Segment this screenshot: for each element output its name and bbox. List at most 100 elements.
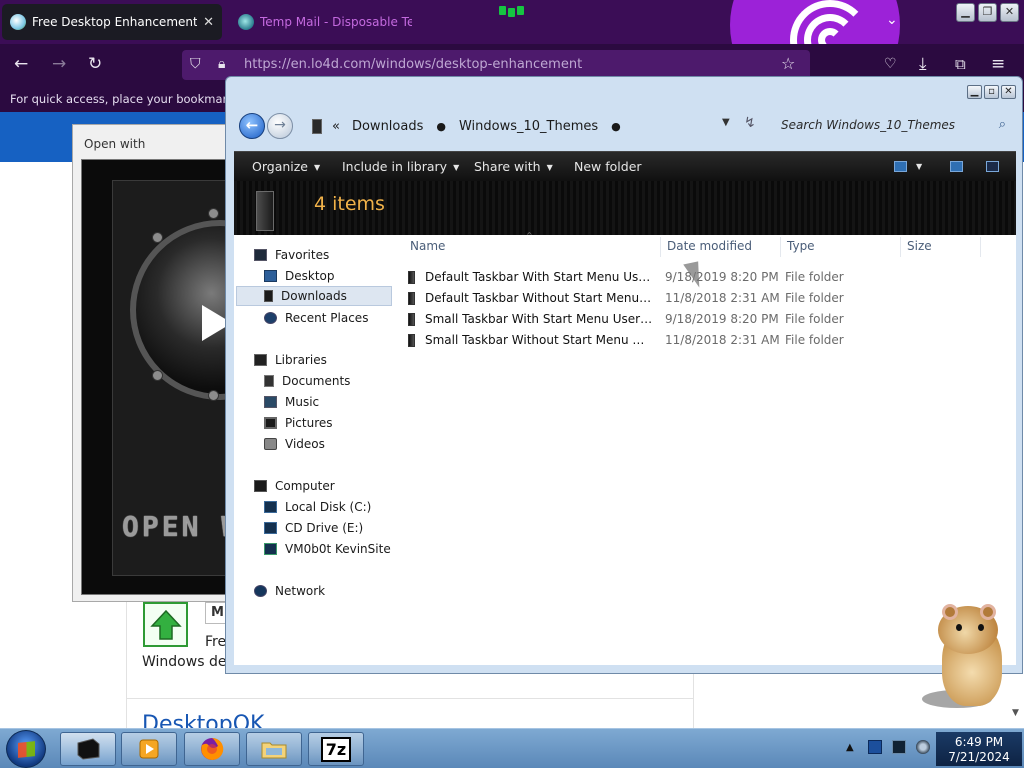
nav-label: CD Drive (E:) <box>285 521 364 535</box>
minimize-button[interactable]: ▁ <box>956 3 975 22</box>
mascot-ear <box>942 604 958 620</box>
upload-arrow-icon[interactable] <box>143 602 188 647</box>
security-shield-icon[interactable] <box>868 740 882 754</box>
m-label[interactable]: M <box>205 602 227 624</box>
column-divider[interactable] <box>660 237 661 257</box>
reload-icon[interactable]: ↻ <box>88 55 102 73</box>
maximize-button[interactable]: ❐ <box>978 3 997 22</box>
taskbar-folder-button[interactable] <box>246 732 302 766</box>
nav-music[interactable]: Music <box>264 392 319 412</box>
search-input[interactable]: Search Windows_10_Themes ⌕ <box>774 113 1012 137</box>
table-row[interactable]: Small Taskbar With Start Menu User Pict.… <box>404 309 1016 329</box>
close-window-button[interactable]: ✕ <box>1000 3 1019 22</box>
breadcrumb-separator-icon[interactable]: ● <box>436 120 446 133</box>
explorer-maximize-button[interactable]: ▫ <box>984 85 999 99</box>
music-icon <box>264 396 277 408</box>
nav-cd-drive[interactable]: CD Drive (E:) <box>264 518 363 538</box>
table-row[interactable]: Default Taskbar Without Start Menu User.… <box>404 288 1016 308</box>
menu-icon[interactable]: ≡ <box>991 55 1005 73</box>
search-icon[interactable]: ⌕ <box>999 113 1006 137</box>
extensions-icon[interactable]: ⧉ <box>955 55 966 73</box>
shield-icon[interactable]: ⛉ <box>190 55 201 73</box>
view-options-icon[interactable] <box>894 161 907 172</box>
column-divider[interactable] <box>780 237 781 257</box>
nav-network[interactable]: Network <box>254 581 325 601</box>
column-divider[interactable] <box>900 237 901 257</box>
preview-pane-icon[interactable] <box>950 161 963 172</box>
back-arrow-icon[interactable]: ← <box>14 55 28 73</box>
network-drive-icon <box>264 543 277 555</box>
breadcrumb-windows-10-themes[interactable]: Windows_10_Themes <box>459 119 598 134</box>
share-with-button[interactable]: Share with ▼ <box>474 152 553 182</box>
explorer-close-button[interactable]: ✕ <box>1001 85 1016 99</box>
taskbar-7zip-button[interactable]: 7z <box>308 732 364 766</box>
nav-label: Local Disk (C:) <box>285 500 372 514</box>
column-divider[interactable] <box>980 237 981 257</box>
include-in-library-button[interactable]: Include in library ▼ <box>342 152 459 182</box>
new-folder-button[interactable]: New folder <box>574 152 642 182</box>
list-all-tabs-icon[interactable]: ⌄ <box>886 12 898 28</box>
nav-recent-places[interactable]: Recent Places <box>264 308 368 328</box>
nav-label: Network <box>275 584 326 598</box>
file-name: Default Taskbar With Start Menu User Pic… <box>425 270 653 284</box>
nav-desktop[interactable]: Desktop <box>264 266 335 286</box>
column-header-size[interactable]: Size <box>907 239 932 253</box>
taskbar-clock[interactable]: 6:49 PM 7/21/2024 <box>936 732 1022 766</box>
tab-temp-mail[interactable]: Temp Mail - Disposable Tempor <box>230 4 420 40</box>
breadcrumb-separator-icon[interactable]: ● <box>611 120 621 133</box>
forward-arrow-icon[interactable]: → <box>52 55 66 73</box>
explorer-body: Favorites Desktop Downloads Recent Place… <box>234 231 1016 665</box>
navigation-pane: Favorites Desktop Downloads Recent Place… <box>234 235 394 665</box>
nav-downloads[interactable]: Downloads <box>236 286 392 306</box>
explorer-minimize-button[interactable]: ▁ <box>967 85 982 99</box>
file-name: Default Taskbar Without Start Menu User.… <box>425 291 653 305</box>
page-text-windows: Windows de <box>142 654 227 670</box>
address-dropdown-icon[interactable]: ▼ <box>722 117 730 128</box>
nav-pictures[interactable]: Pictures <box>264 413 333 433</box>
nav-videos[interactable]: Videos <box>264 434 325 454</box>
download-icon[interactable]: ⤓ <box>919 55 927 73</box>
pocket-icon[interactable]: ♡ <box>884 55 897 73</box>
tab-free-desktop-enhancement[interactable]: Free Desktop Enhancement Soft ✕ <box>2 4 222 40</box>
file-date: 9/18/2019 8:20 PM <box>665 270 779 284</box>
file-name: Small Taskbar Without Start Menu User P.… <box>425 333 653 347</box>
refresh-icon[interactable]: ↯ <box>744 115 756 131</box>
start-button[interactable] <box>6 730 46 768</box>
breadcrumb-downloads[interactable]: Downloads <box>352 119 423 134</box>
breadcrumb[interactable]: « Downloads ● Windows_10_Themes ● <box>312 115 634 137</box>
details-header: 4 items <box>234 181 1016 235</box>
7zip-icon: 7z <box>320 736 352 762</box>
desktopok-link[interactable]: DesktopOK <box>142 712 264 728</box>
back-button[interactable]: ← <box>239 113 265 139</box>
help-icon[interactable] <box>986 161 999 172</box>
lock-icon[interactable]: 🔒︎ <box>218 55 225 73</box>
show-hidden-icons-icon[interactable]: ▲ <box>846 742 854 753</box>
scroll-down-icon[interactable]: ▼ <box>1012 708 1019 718</box>
folder-icon <box>408 313 415 326</box>
volume-icon[interactable] <box>916 740 930 754</box>
column-header-date-modified[interactable]: Date modified <box>667 239 752 253</box>
forward-button[interactable]: → <box>267 113 293 139</box>
file-type: File folder <box>785 312 844 326</box>
close-tab-icon[interactable]: ✕ <box>197 15 214 30</box>
clock-time: 6:49 PM <box>954 735 1004 749</box>
nav-favorites[interactable]: Favorites <box>254 245 329 265</box>
table-row[interactable]: Default Taskbar With Start Menu User Pic… <box>404 267 1016 287</box>
network-monitor-icon[interactable] <box>892 740 906 754</box>
nav-network-share[interactable]: VM0b0t KevinSite <box>264 539 391 559</box>
nav-computer[interactable]: Computer <box>254 476 335 496</box>
organize-button[interactable]: Organize ▼ <box>252 152 320 182</box>
nav-libraries[interactable]: Libraries <box>254 350 327 370</box>
column-header-name[interactable]: Name <box>410 239 445 253</box>
mascot-ear <box>980 604 996 620</box>
taskbar-firefox-button[interactable] <box>184 732 240 766</box>
column-header-type[interactable]: Type <box>787 239 815 253</box>
nav-documents[interactable]: Documents <box>264 371 350 391</box>
nav-local-disk[interactable]: Local Disk (C:) <box>264 497 371 517</box>
table-row[interactable]: Small Taskbar Without Start Menu User P.… <box>404 330 1016 350</box>
taskbar-explorer-button[interactable] <box>60 732 116 766</box>
taskbar-media-player-button[interactable] <box>121 732 177 766</box>
breadcrumb-overflow-icon[interactable]: « <box>332 119 340 134</box>
view-dropdown-icon[interactable]: ▼ <box>916 152 922 182</box>
bookmark-star-icon[interactable]: ☆ <box>781 55 795 73</box>
